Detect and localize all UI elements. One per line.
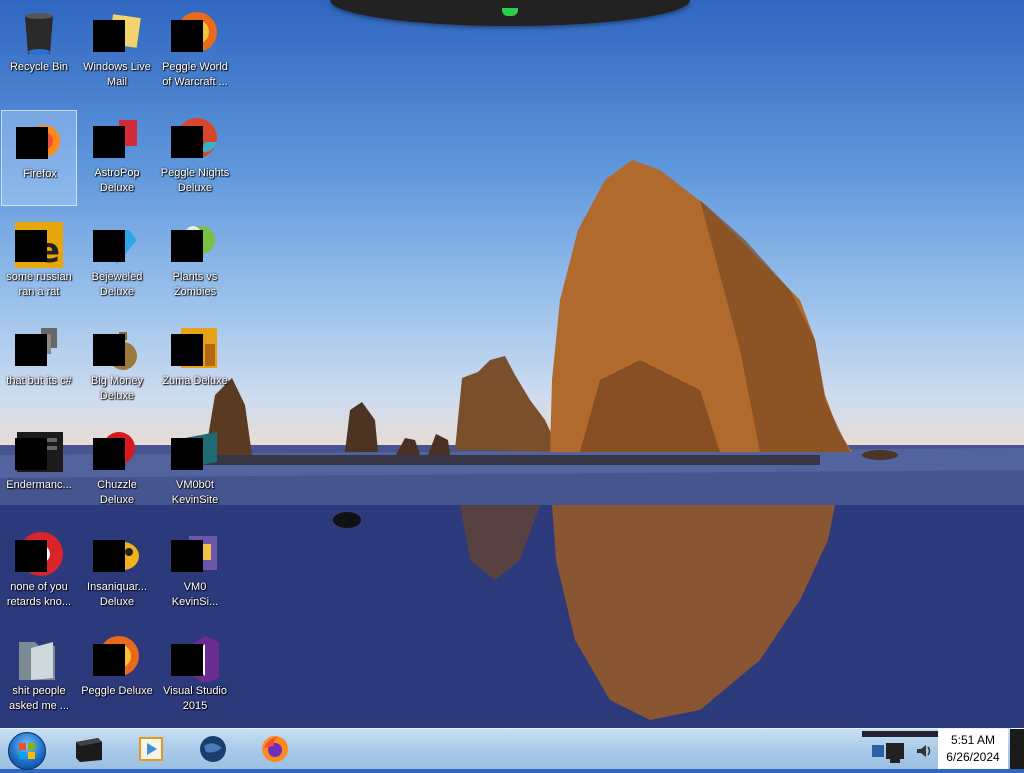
desktop-icon-recycle-bin[interactable]: Recycle Bin xyxy=(1,4,77,100)
taskbar: 5:51 AM 6/26/2024 xyxy=(0,728,1024,770)
desktop-icon-plants-vs-zombies[interactable]: Plants vs Zombies xyxy=(157,214,233,310)
desktop-icon-label: Plants vs Zombies xyxy=(172,271,218,298)
desktop-icon-visual-studio-2015[interactable]: Visual Studio 2015 xyxy=(157,628,233,724)
redacted-icon-mask xyxy=(15,334,47,366)
redacted-icon-mask xyxy=(171,540,203,572)
redacted-icon-mask xyxy=(15,438,47,470)
redacted-icon-mask xyxy=(15,230,47,262)
desktop-icon-label: Zuma Deluxe xyxy=(162,375,228,387)
desktop-icon-label: Peggle World of Warcraft ... xyxy=(162,61,228,88)
desktop-icon-label: Endermanc... xyxy=(6,479,72,491)
redacted-icon-mask xyxy=(171,20,203,52)
desktop-icon-that-but-its-csharp[interactable]: that but its c# xyxy=(1,318,77,414)
top-gadget-bar xyxy=(330,0,690,26)
recycle-bin-icon xyxy=(25,13,53,55)
redacted-icon-mask xyxy=(93,334,125,366)
desktop-icon-label: VM0b0t KevinSite xyxy=(171,479,219,506)
system-tray xyxy=(862,729,938,769)
start-orb-icon xyxy=(8,732,46,770)
desktop-icon-vm0-kevinsite[interactable]: VM0 KevinSi... xyxy=(157,524,233,620)
redacted-icon-mask xyxy=(93,126,125,158)
desktop-icon-insaniquarium-deluxe[interactable]: Insaniquar... Deluxe xyxy=(79,524,155,620)
desktop-icon-peggle-world-of-warcraft[interactable]: Peggle World of Warcraft ... xyxy=(157,4,233,100)
desktop-icon-peggle-nights-deluxe[interactable]: Peggle Nights Deluxe xyxy=(157,110,233,206)
desktop-icon-astropop-deluxe[interactable]: AstroPop Deluxe xyxy=(79,110,155,206)
desktop-icon-chuzzle-deluxe[interactable]: Chuzzle Deluxe xyxy=(79,422,155,518)
globe-icon xyxy=(200,736,226,762)
desktop-icon-zuma-deluxe[interactable]: Zuma Deluxe xyxy=(157,318,233,414)
redacted-icon-mask xyxy=(16,127,48,159)
desktop-icon-label: VM0 KevinSi... xyxy=(171,581,219,608)
status-led xyxy=(502,8,518,16)
redacted-icon-mask xyxy=(171,644,203,676)
desktop-icon-none-of-you[interactable]: none of you retards kno... xyxy=(1,524,77,620)
desktop-icon-bejeweled-deluxe[interactable]: Bejeweled Deluxe xyxy=(79,214,155,310)
desktop-icon-label: Insaniquar... Deluxe xyxy=(87,581,147,608)
taskbar-item-globe[interactable] xyxy=(184,732,240,766)
desktop-icon-some-russian[interactable]: e some russian ran a rat xyxy=(1,214,77,310)
desktop-icon-peggle-deluxe[interactable]: Peggle Deluxe xyxy=(79,628,155,724)
desktop-icon-vm0b0t-kevinsite[interactable]: VM0b0t KevinSite xyxy=(157,422,233,518)
clock-date: 6/26/2024 xyxy=(946,750,1000,764)
desktop-icon-endermanc[interactable]: Endermanc... xyxy=(1,422,77,518)
desktop-icon-windows-live-mail[interactable]: Windows Live Mail xyxy=(79,4,155,100)
start-button[interactable] xyxy=(4,730,48,770)
redacted-icon-mask xyxy=(93,644,125,676)
redacted-icon-mask xyxy=(171,334,203,366)
clock-time: 5:51 AM xyxy=(950,733,996,747)
redacted-icon-mask xyxy=(93,540,125,572)
redacted-icon-mask xyxy=(171,230,203,262)
desktop-icon-label: Peggle Nights Deluxe xyxy=(160,167,230,194)
desktop-icon-label: none of you retards kno... xyxy=(6,581,72,608)
desktop-icon-label: Bejeweled Deluxe xyxy=(91,271,143,298)
firefox-icon xyxy=(262,736,288,762)
network-icon[interactable] xyxy=(870,741,910,765)
redacted-icon-mask xyxy=(15,540,47,572)
folder-icon xyxy=(19,642,55,680)
redacted-icon-mask xyxy=(93,438,125,470)
desktop-icon-label: some russian ran a rat xyxy=(6,271,72,298)
redacted-icon-mask xyxy=(93,230,125,262)
desktop-icon-label: shit people asked me ... xyxy=(9,685,69,712)
desktop-icon-label: Big Money Deluxe xyxy=(91,375,143,402)
desktop-icon-label: Chuzzle Deluxe xyxy=(97,479,137,506)
terminal-icon xyxy=(76,738,102,762)
show-desktop-button[interactable] xyxy=(1010,729,1024,769)
tray-overflow-bar xyxy=(862,731,938,737)
desktop-icon-shit-people[interactable]: shit people asked me ... xyxy=(1,628,77,724)
redacted-icon-mask xyxy=(171,438,203,470)
taskbar-item-terminal[interactable] xyxy=(60,732,116,766)
desktop-icon-label: Windows Live Mail xyxy=(83,61,151,88)
desktop-icon-label: AstroPop Deluxe xyxy=(94,167,140,194)
taskbar-clock[interactable]: 5:51 AM 6/26/2024 xyxy=(938,729,1008,769)
desktop-icon-firefox[interactable]: Firefox xyxy=(1,110,77,206)
taskbar-item-firefox[interactable] xyxy=(246,732,302,766)
redacted-icon-mask xyxy=(93,20,125,52)
desktop-icon-label: Visual Studio 2015 xyxy=(162,685,227,712)
redacted-icon-mask xyxy=(171,126,203,158)
desktop-icon-label: Firefox xyxy=(23,168,57,180)
desktop-icon-label: Recycle Bin xyxy=(9,61,69,73)
volume-icon[interactable] xyxy=(914,741,934,761)
desktop-icon-big-money-deluxe[interactable]: Big Money Deluxe xyxy=(79,318,155,414)
media-player-icon xyxy=(139,737,163,761)
taskbar-item-media-player[interactable] xyxy=(122,732,178,766)
desktop-icon-label: Peggle Deluxe xyxy=(81,685,153,697)
desktop-icon-label: that but its c# xyxy=(6,375,72,387)
